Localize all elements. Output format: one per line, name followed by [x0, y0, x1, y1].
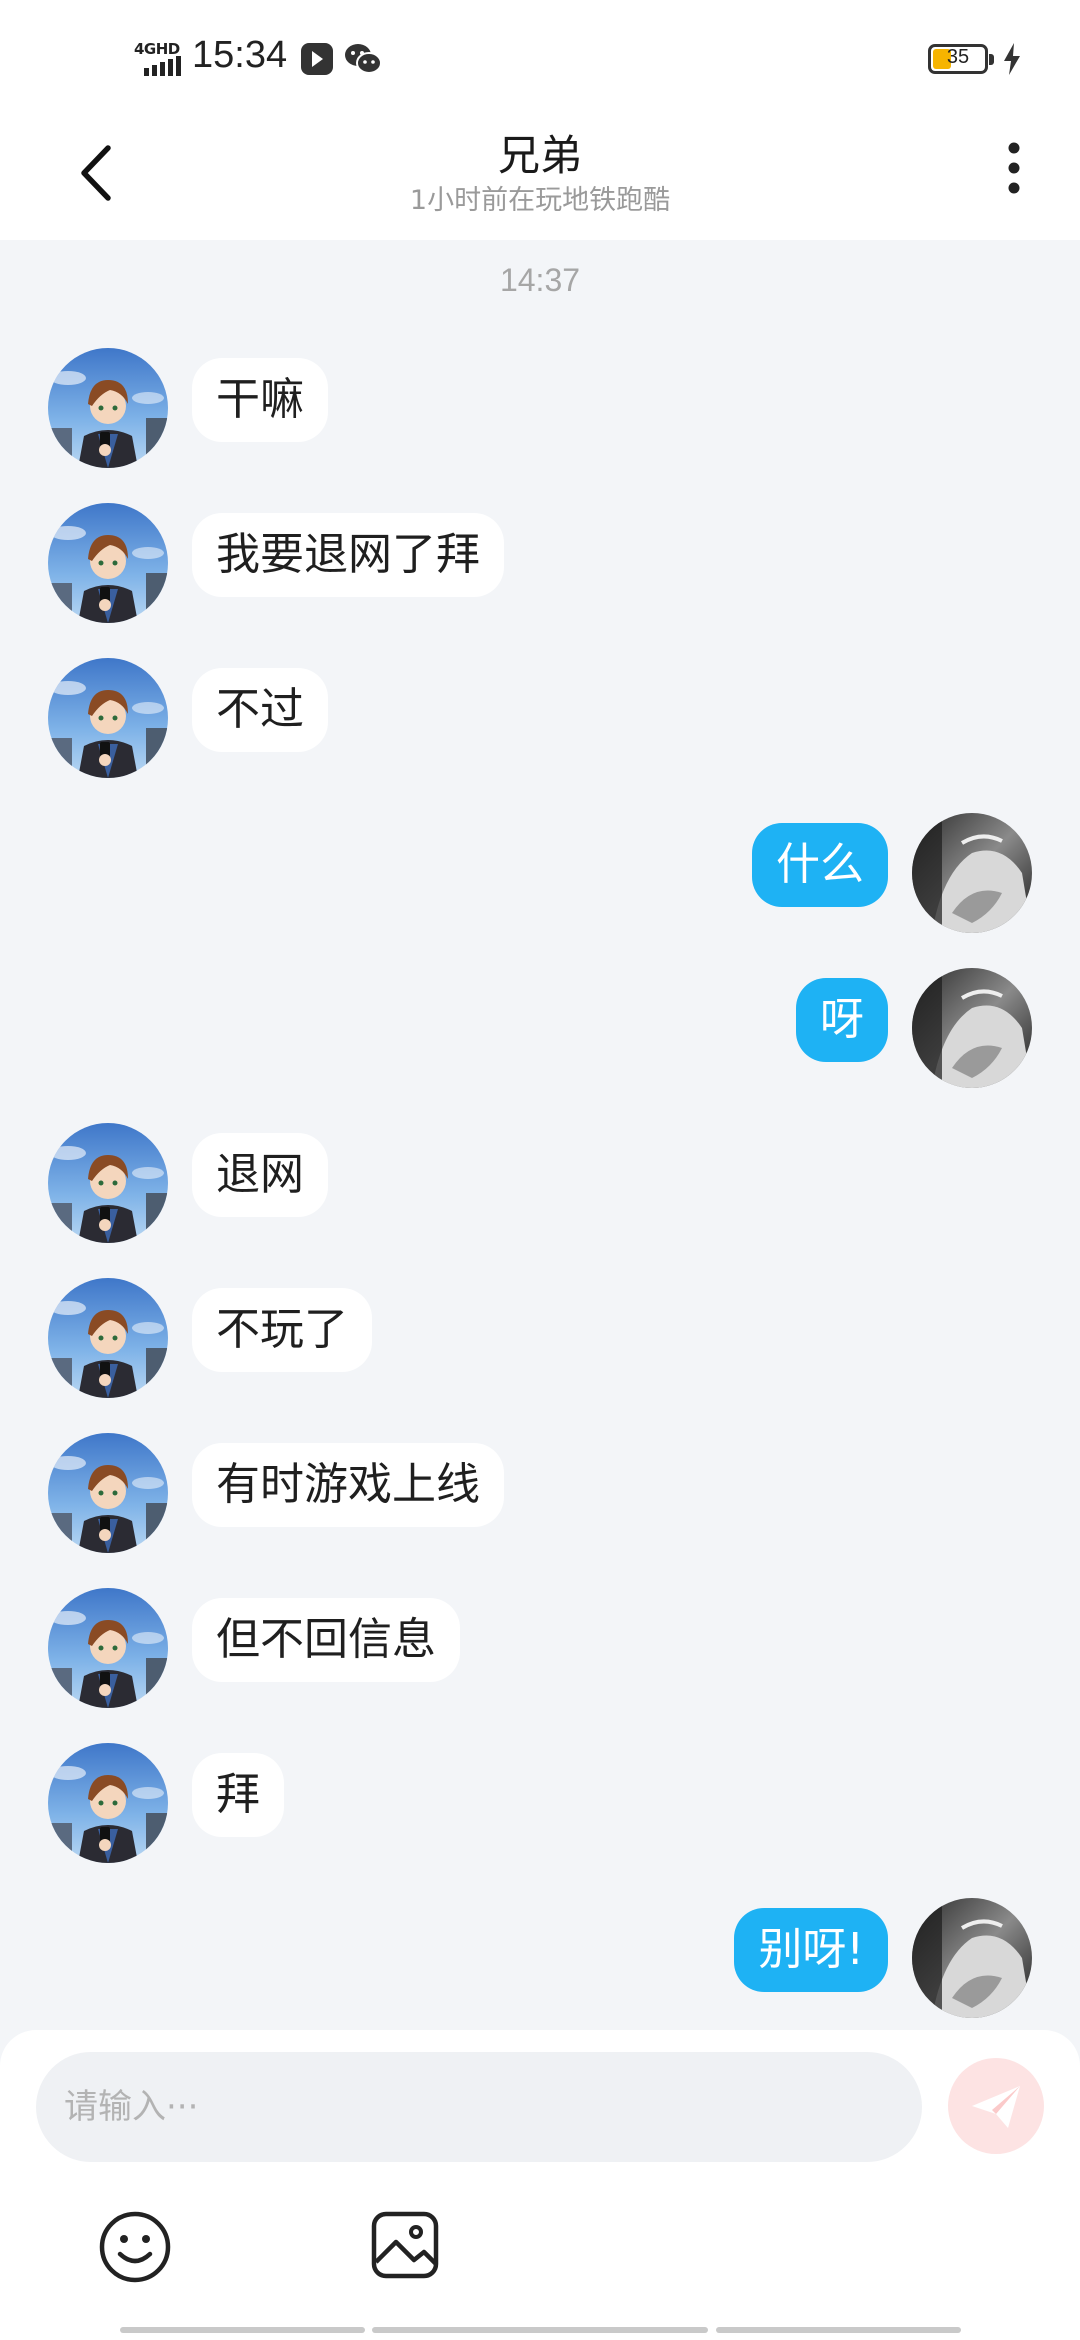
message-bubble[interactable]: 不过	[192, 668, 328, 752]
incoming-message: 有时游戏上线	[0, 1433, 1080, 1553]
nav-gesture-bar	[120, 2327, 365, 2333]
message-bubble[interactable]: 拜	[192, 1753, 284, 1837]
friend-avatar[interactable]	[48, 348, 168, 468]
image-picker-button[interactable]	[370, 2210, 440, 2280]
more-options-button[interactable]	[996, 138, 1036, 208]
more-vertical-icon	[1008, 142, 1020, 194]
message-bubble[interactable]: 呀	[796, 978, 888, 1062]
smiley-icon	[99, 2211, 171, 2283]
message-bubble[interactable]: 退网	[192, 1133, 328, 1217]
contact-name: 兄弟	[497, 131, 582, 180]
chat-header: 兄弟 1小时前在玩地铁跑酷	[0, 120, 1080, 240]
incoming-message: 干嘛	[0, 348, 1080, 468]
status-bar: 4GHD 15:34 35	[0, 0, 1080, 120]
my-avatar[interactable]	[912, 813, 1032, 933]
friend-avatar[interactable]	[48, 503, 168, 623]
contact-status: 1小时前在玩地铁跑酷	[409, 185, 671, 216]
emoji-button[interactable]	[98, 2210, 172, 2284]
incoming-message: 不过	[0, 658, 1080, 778]
send-button[interactable]	[948, 2058, 1044, 2154]
cellular-signal-icon: 4GHD	[134, 40, 184, 76]
friend-avatar[interactable]	[48, 1123, 168, 1243]
message-bubble[interactable]: 别呀!	[734, 1908, 888, 1992]
battery-level: 35	[946, 46, 970, 68]
app-icon	[300, 42, 334, 80]
my-avatar[interactable]	[912, 968, 1032, 1088]
send-icon	[972, 2086, 1020, 2128]
message-bubble[interactable]: 不玩了	[192, 1288, 372, 1372]
nav-gesture-bar	[716, 2327, 961, 2333]
message-input[interactable]	[36, 2052, 922, 2162]
message-timestamp: 14:37	[499, 262, 581, 298]
outgoing-message: 什么	[0, 813, 1080, 933]
message-bubble[interactable]: 我要退网了拜	[192, 513, 504, 597]
friend-avatar[interactable]	[48, 1743, 168, 1863]
incoming-message: 不玩了	[0, 1278, 1080, 1398]
composer	[0, 2030, 1080, 2340]
outgoing-message: 呀	[0, 968, 1080, 1088]
message-bubble[interactable]: 什么	[752, 823, 888, 907]
chat-messages[interactable]: 14:37 干嘛 我要退网了拜 不过 什么 呀 退网 不玩了 有时游戏上线 但不…	[0, 240, 1080, 2030]
message-input-container	[36, 2052, 922, 2162]
incoming-message: 我要退网了拜	[0, 503, 1080, 623]
image-icon	[371, 2211, 439, 2279]
my-avatar[interactable]	[912, 1898, 1032, 2018]
status-time: 15:34	[192, 34, 288, 76]
nav-gesture-bar	[372, 2327, 708, 2333]
friend-avatar[interactable]	[48, 658, 168, 778]
message-bubble[interactable]: 但不回信息	[192, 1598, 460, 1682]
message-bubble[interactable]: 干嘛	[192, 358, 328, 442]
friend-avatar[interactable]	[48, 1433, 168, 1553]
message-bubble[interactable]: 有时游戏上线	[192, 1443, 504, 1527]
charging-icon	[1002, 42, 1022, 80]
incoming-message: 退网	[0, 1123, 1080, 1243]
friend-avatar[interactable]	[48, 1588, 168, 1708]
outgoing-message: 别呀!	[0, 1898, 1080, 2018]
incoming-message: 但不回信息	[0, 1588, 1080, 1708]
incoming-message: 拜	[0, 1743, 1080, 1863]
battery-icon: 35	[928, 44, 994, 74]
friend-avatar[interactable]	[48, 1278, 168, 1398]
wechat-icon	[344, 42, 382, 80]
